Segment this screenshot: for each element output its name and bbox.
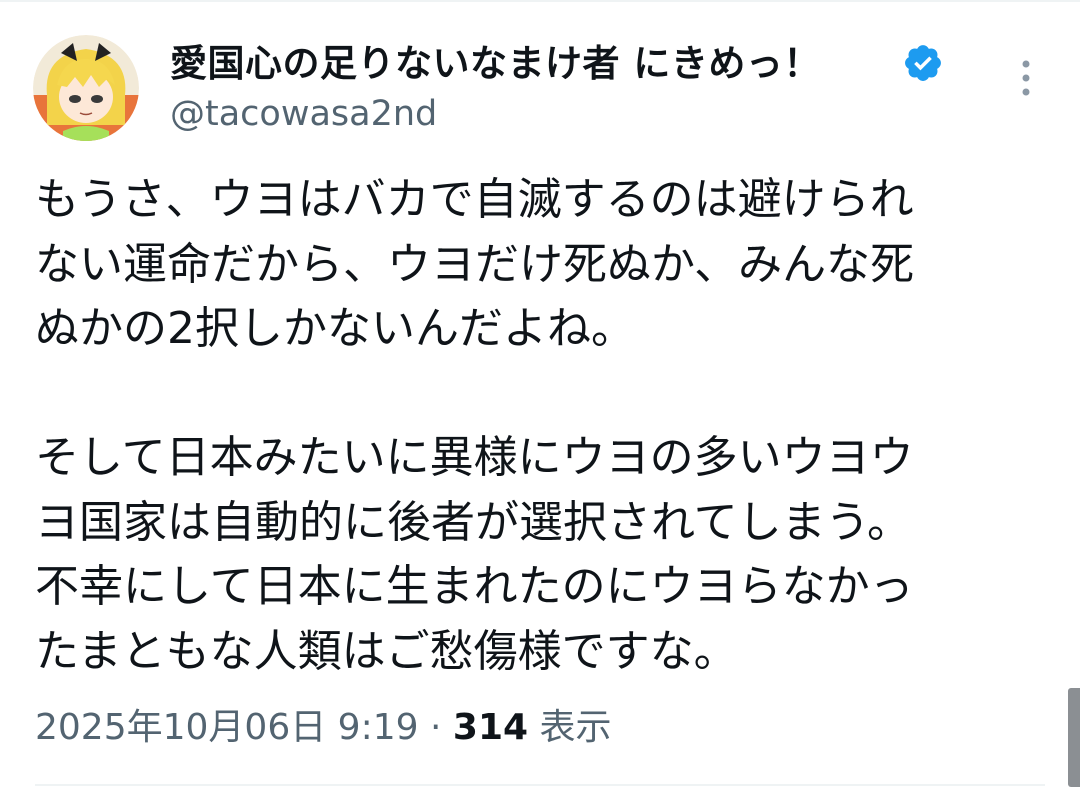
tweet-text-line: もうさ、ウヨはバカで自滅するのは避けられ xyxy=(35,174,914,225)
tweet-meta: 2025年10月06日 9:19 · 314 表示 xyxy=(35,704,612,752)
author-handle[interactable]: @tacowasa2nd xyxy=(170,92,437,136)
verified-badge-icon xyxy=(905,45,941,81)
tweet-text: もうさ、ウヨはバカで自滅するのは避けられ ない運命だから、ウヨだけ死ぬか、みんな… xyxy=(35,168,1045,684)
anime-avatar-icon xyxy=(33,35,139,141)
tweet: 愛国心の足りないなまけ者 にきめっ！ @tacowasa2nd もうさ、ウヨはバ… xyxy=(0,0,1080,787)
tweet-text-line: そして日本みたいに異様にウヨの多いウヨウ xyxy=(35,432,914,483)
tweet-text-line: ない運命だから、ウヨだけ死ぬか、みんな死 xyxy=(35,238,915,290)
avatar[interactable] xyxy=(33,35,139,141)
bottom-divider xyxy=(35,784,1045,786)
tweet-text-line: ぬかの2択しかないんだよね。 xyxy=(35,303,635,354)
scrollbar-thumb[interactable] xyxy=(1068,688,1080,787)
tweet-text-line: 不幸にして日本に生まれたのにウヨらなかっ xyxy=(35,561,914,612)
views-count[interactable]: 314 xyxy=(453,707,528,748)
meta-separator: · xyxy=(429,707,442,748)
tweet-text-line: ヨ国家は自動的に後者が選択されてしまう。 xyxy=(35,496,912,548)
more-options-icon[interactable] xyxy=(1010,58,1042,100)
tweet-text-line: たまともな人類はご愁傷様ですな。 xyxy=(35,625,738,677)
timestamp[interactable]: 2025年10月06日 9:19 xyxy=(35,707,419,748)
views-label: 表示 xyxy=(539,707,612,748)
display-name[interactable]: 愛国心の足りないなまけ者 にきめっ！ xyxy=(170,40,821,88)
